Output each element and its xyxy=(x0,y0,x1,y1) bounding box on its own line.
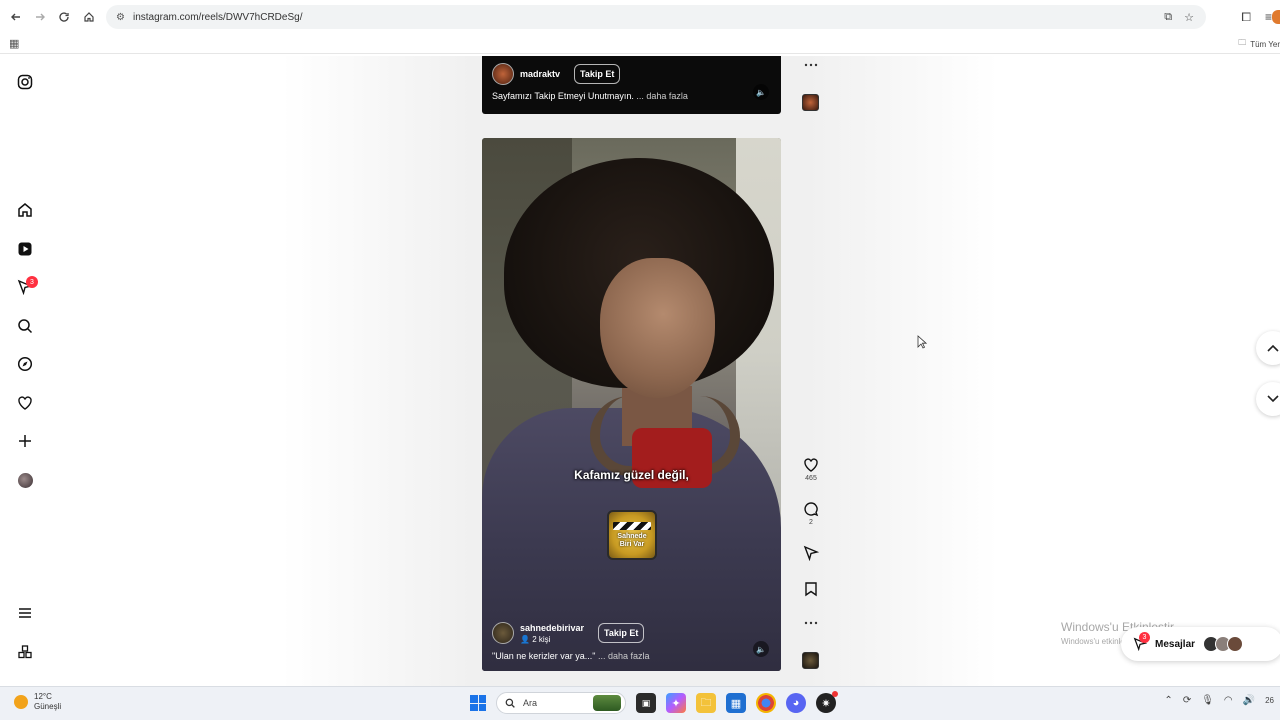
site-settings-icon[interactable]: ⚙ xyxy=(116,12,125,23)
more-link[interactable]: ... daha fazla xyxy=(636,91,688,101)
like-count: 465 xyxy=(805,475,817,482)
forward-icon[interactable] xyxy=(28,5,52,29)
folder-icon: 🗀 xyxy=(1238,38,1247,47)
install-app-icon[interactable]: ⧉ xyxy=(1164,11,1172,24)
address-bar[interactable]: ⚙ instagram.com/reels/DWV7hCRDeSg/ ⧉ ☆ xyxy=(106,5,1206,29)
sidebar-nav: 3 xyxy=(0,56,50,686)
like-button[interactable]: 465 xyxy=(800,457,822,482)
temperature: 12°C xyxy=(34,692,52,701)
logo-line-1: Sahnede xyxy=(617,532,647,540)
reel-actions: 465 2 xyxy=(800,56,822,686)
account-name[interactable]: sahnedebirivar xyxy=(520,623,584,633)
create-icon[interactable] xyxy=(15,431,35,451)
home-icon[interactable] xyxy=(15,200,35,220)
weather-condition: Güneşli xyxy=(34,702,62,711)
all-bookmarks-label: Tüm Yer xyxy=(1250,39,1280,49)
audio-thumbnail[interactable] xyxy=(802,652,819,669)
person-icon: 👤 xyxy=(520,634,533,644)
all-bookmarks-folder[interactable]: 🗀 Tüm Yer xyxy=(1238,37,1280,51)
reel-previous[interactable]: madraktv Takip Et Sayfamızı Takip Etmeyi… xyxy=(482,56,781,114)
reel-current-video[interactable]: Kafamız güzel değil, Sahnede Biri Var sa… xyxy=(482,138,781,671)
bookmark-star-icon[interactable]: ☆ xyxy=(1184,11,1194,24)
messages-label: Mesajlar xyxy=(1155,638,1196,650)
instagram-reels-page: 3 madraktv Takip Et Sayfamızı Takip Etme… xyxy=(0,56,1280,686)
chevron-down-icon[interactable] xyxy=(1256,382,1280,416)
messages-button[interactable]: 3 Mesajlar xyxy=(1121,627,1280,661)
reload-icon[interactable] xyxy=(52,5,76,29)
bookmarks-bar: ▦ 🗀 Tüm Yer xyxy=(0,34,1280,54)
reels-icon[interactable] xyxy=(15,239,35,259)
windows-taskbar: 12°C Güneşli Ara ▣ ✦ 🗀 ▦ ◕ ✷ ⌃ ⟳ 🎙 ◠ 🔊 2… xyxy=(0,686,1280,720)
volume-icon[interactable]: 🔊 xyxy=(1243,695,1255,706)
notifications-badge: 3 xyxy=(26,276,38,288)
file-explorer-icon[interactable]: 🗀 xyxy=(696,693,716,713)
home-browser-icon[interactable] xyxy=(77,5,101,29)
logo-line-2: Biri Var xyxy=(619,540,645,548)
explore-icon[interactable] xyxy=(15,354,35,374)
reel-navigation xyxy=(1256,331,1280,433)
sahnedebirivar-avatar[interactable] xyxy=(492,622,514,644)
search-highlight-image xyxy=(593,695,621,711)
video-subtitle: Kafamız güzel değil, xyxy=(574,468,689,482)
profile-avatar[interactable] xyxy=(15,470,35,490)
task-view-icon[interactable]: ▣ xyxy=(636,693,656,713)
more-apps-icon[interactable] xyxy=(15,642,35,662)
audience-count: 2 kişi xyxy=(532,634,551,644)
chevron-up-icon[interactable] xyxy=(1256,331,1280,365)
start-button[interactable] xyxy=(470,695,486,711)
instagram-logo-icon[interactable] xyxy=(15,72,35,92)
comment-button[interactable]: 2 xyxy=(800,501,822,526)
apps-grid-icon[interactable]: ▦ xyxy=(9,37,19,50)
search-placeholder: Ara xyxy=(523,698,538,708)
sound-icon[interactable]: 🔈 xyxy=(753,641,769,657)
microsoft-store-icon[interactable]: ▦ xyxy=(726,693,746,713)
more-options-icon[interactable] xyxy=(800,620,822,626)
messages-badge: 3 xyxy=(1139,632,1150,643)
menu-icon[interactable] xyxy=(15,603,35,623)
search-icon xyxy=(505,698,515,708)
more-link[interactable]: ... daha fazla xyxy=(598,651,650,661)
url-text: instagram.com/reels/DWV7hCRDeSg/ xyxy=(132,11,303,23)
reel-caption: Sayfamızı Takip Etmeyi Unutmayın. xyxy=(492,91,634,101)
share-button[interactable] xyxy=(800,545,822,561)
audio-thumbnail[interactable] xyxy=(802,94,819,111)
follow-button[interactable]: Takip Et xyxy=(598,623,645,643)
follow-button[interactable]: Takip Et xyxy=(574,64,621,84)
account-name[interactable]: madraktv xyxy=(520,69,560,79)
taskbar-search[interactable]: Ara xyxy=(496,692,626,714)
comment-count: 2 xyxy=(809,519,813,526)
reel-footer: sahnedebirivar 👤 2 kişi Takip Et "Ulan n… xyxy=(492,622,772,661)
wifi-icon[interactable]: ◠ xyxy=(1224,695,1233,706)
extensions-icon[interactable]: ⧠ xyxy=(1241,10,1251,25)
back-icon[interactable] xyxy=(4,5,28,29)
chevron-up-icon[interactable]: ⌃ xyxy=(1164,695,1172,706)
reading-list-icon[interactable]: ≡ xyxy=(1265,10,1272,24)
system-tray: ⌃ ⟳ 🎙 ◠ 🔊 26 xyxy=(1164,695,1274,706)
sound-icon[interactable]: 🔈 xyxy=(753,84,769,100)
avatar xyxy=(1227,636,1244,652)
clock[interactable]: 26 xyxy=(1265,696,1274,705)
save-button[interactable] xyxy=(800,581,822,597)
microphone-icon[interactable]: 🎙 xyxy=(1201,695,1214,706)
heart-icon[interactable] xyxy=(15,393,35,413)
browser-toolbar: ⚙ instagram.com/reels/DWV7hCRDeSg/ ⧉ ☆ ⧠… xyxy=(0,0,1280,34)
video-face xyxy=(600,258,715,398)
sun-icon xyxy=(14,695,28,709)
discord-icon[interactable]: ◕ xyxy=(786,693,806,713)
copilot-icon[interactable]: ✦ xyxy=(666,693,686,713)
reel-caption: "Ulan ne kerizler var ya..." xyxy=(492,651,596,661)
browser-profile-avatar[interactable] xyxy=(1272,10,1280,24)
weather-widget[interactable]: 12°C Güneşli xyxy=(14,692,61,712)
clapperboard-icon xyxy=(613,521,651,530)
sahnede-biri-var-logo: Sahnede Biri Var xyxy=(607,510,657,560)
more-options-icon[interactable] xyxy=(800,62,822,68)
sync-icon[interactable]: ⟳ xyxy=(1183,695,1191,706)
app-icon[interactable]: ✷ xyxy=(816,691,838,713)
messages-avatars xyxy=(1203,636,1244,652)
madraktv-avatar[interactable] xyxy=(492,63,514,85)
search-icon[interactable] xyxy=(15,316,35,336)
chrome-icon[interactable] xyxy=(756,693,776,713)
